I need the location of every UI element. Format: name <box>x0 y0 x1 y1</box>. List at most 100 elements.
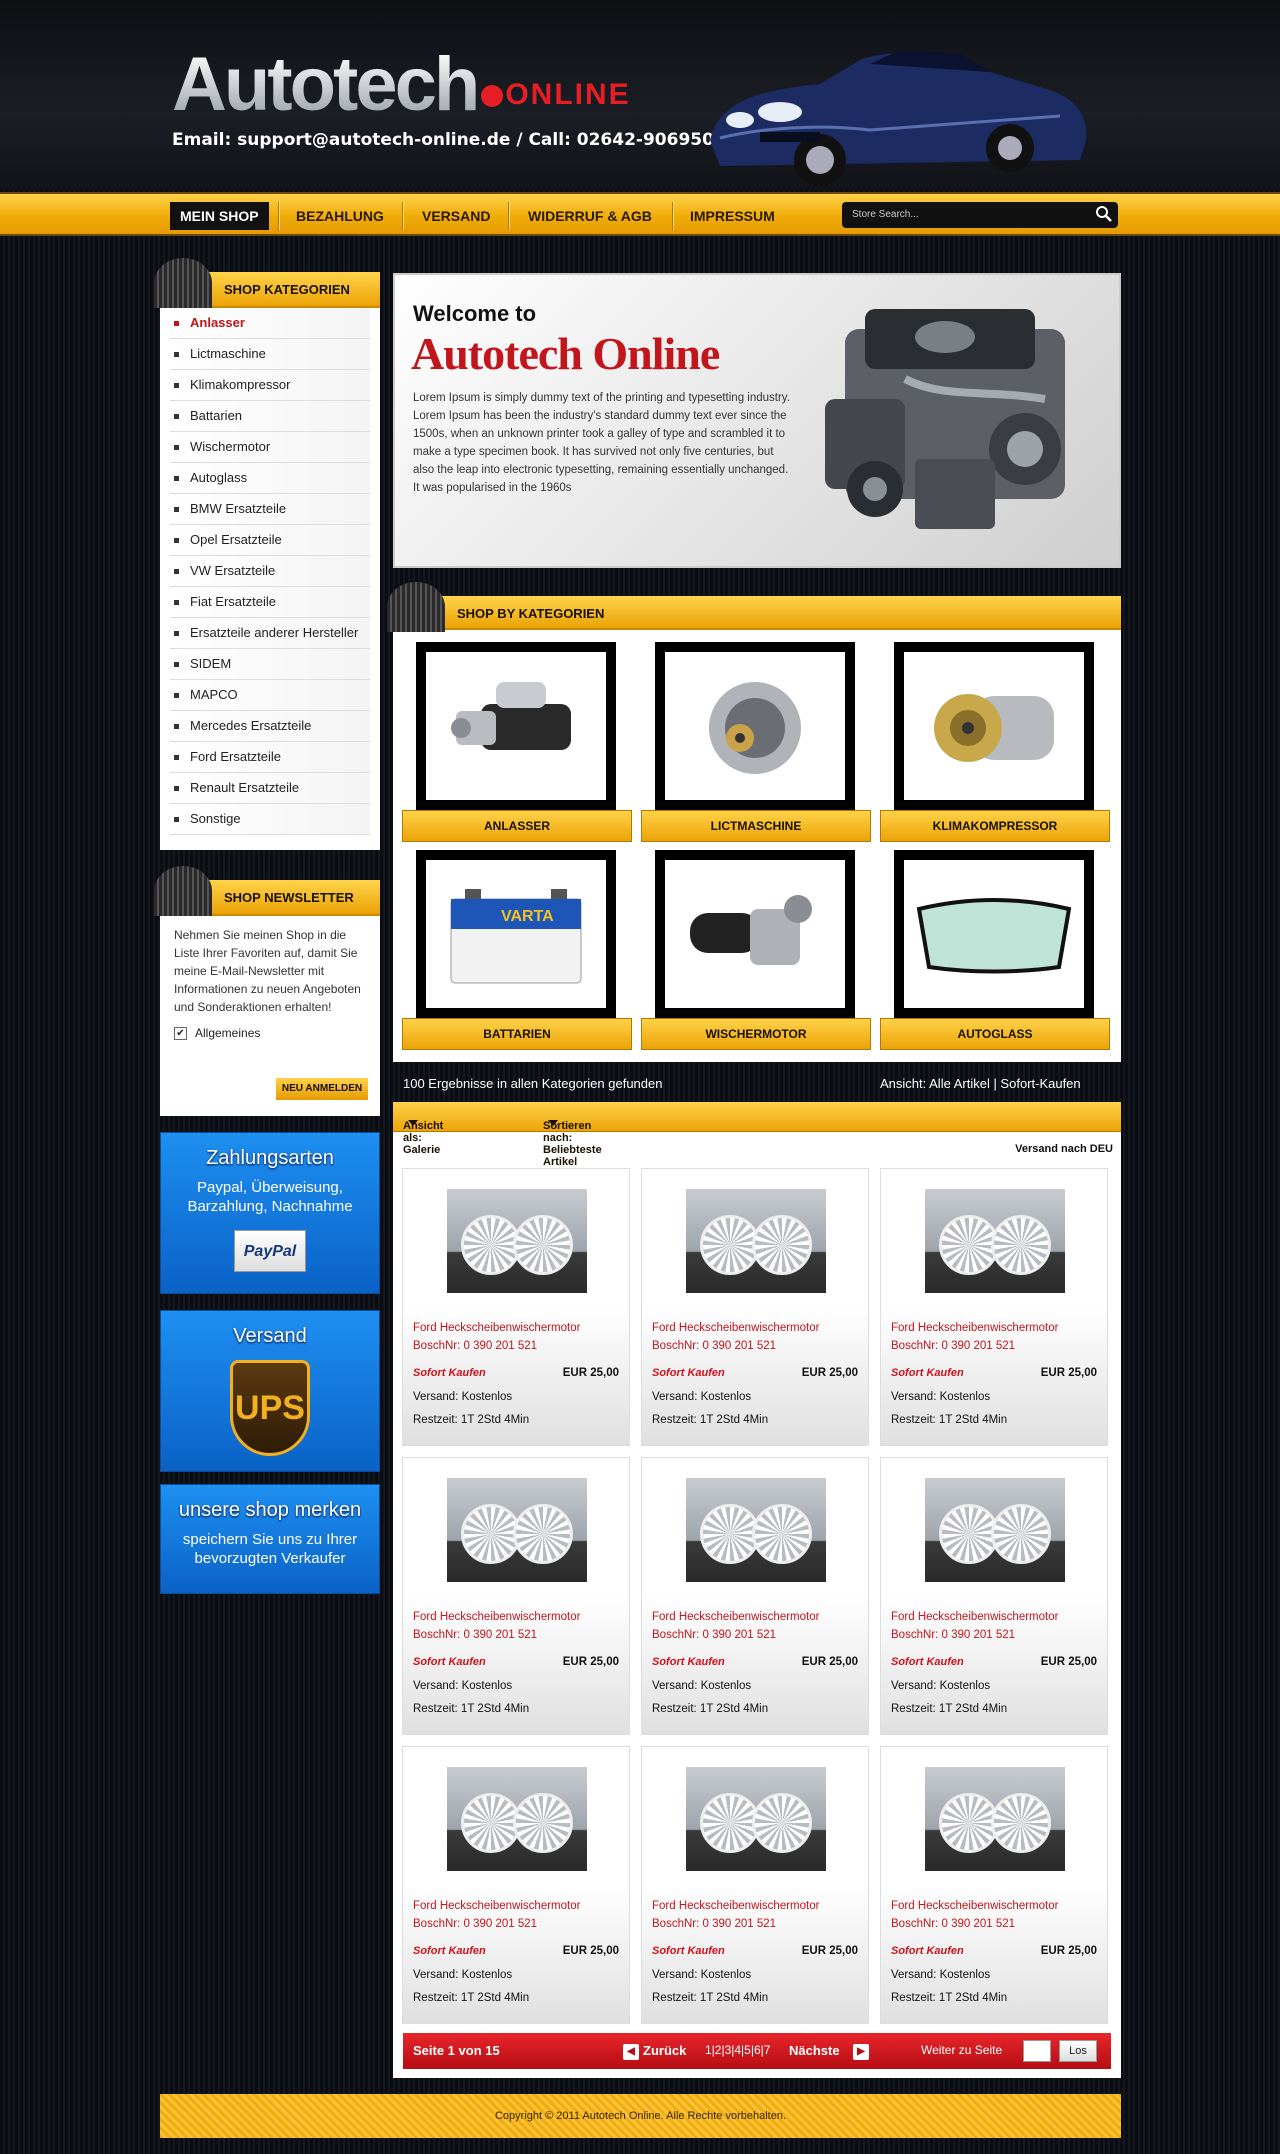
newsletter-title: SHOP NEWSLETTER <box>224 890 354 905</box>
tile-image: VARTA <box>426 860 606 1008</box>
tile-frame <box>655 850 855 1018</box>
category-item[interactable]: Renault Ersatzteile <box>170 773 370 804</box>
goto-page-button[interactable]: Los <box>1059 2040 1097 2062</box>
product-image[interactable] <box>925 1189 1065 1293</box>
next-page-link[interactable]: Nächste <box>789 2043 840 2058</box>
category-tile-klimakompressor[interactable]: KLIMAKOMPRESSOR <box>880 642 1110 842</box>
site-logo[interactable]: Autotech ONLINE <box>172 42 631 127</box>
product-title[interactable]: Ford Heckscheibenwischermotor BoschNr: 0… <box>652 1608 862 1644</box>
checkbox-icon[interactable]: ✔ <box>174 1026 187 1040</box>
product-image[interactable] <box>686 1189 826 1293</box>
product-image[interactable] <box>447 1478 587 1582</box>
category-item[interactable]: Battarien <box>170 401 370 432</box>
chevron-down-icon <box>548 1120 558 1126</box>
nav-separator <box>278 202 279 230</box>
paypal-logo: PayPal <box>234 1230 306 1272</box>
sofort-kaufen-icon: Sofort Kaufen <box>891 1367 964 1379</box>
product-title[interactable]: Ford Heckscheibenwischermotor BoschNr: 0… <box>652 1319 862 1355</box>
product-price: EUR 25,00 <box>562 1656 619 1668</box>
product-shipping: Versand: Kostenlos <box>413 1391 513 1403</box>
product-shipping: Versand: Kostenlos <box>652 1391 752 1403</box>
page: Autotech ONLINE Email: support@autotech-… <box>0 0 1280 2154</box>
search-icon[interactable] <box>1094 204 1114 224</box>
next-arrow-icon[interactable]: ▶ <box>853 2044 869 2060</box>
product-title[interactable]: Ford Heckscheibenwischermotor BoschNr: 0… <box>413 1319 623 1355</box>
nav-versand[interactable]: VERSAND <box>412 202 500 230</box>
product-card[interactable]: Ford Heckscheibenwischermotor BoschNr: 0… <box>880 1457 1108 1735</box>
store-search-input[interactable]: Store Search... <box>842 202 1118 228</box>
product-title[interactable]: Ford Heckscheibenwischermotor BoschNr: 0… <box>891 1319 1101 1355</box>
goto-page-input[interactable] <box>1023 2040 1051 2062</box>
logo-wordmark: Autotech <box>172 42 480 127</box>
product-image[interactable] <box>447 1189 587 1293</box>
category-item[interactable]: Lictmaschine <box>170 339 370 370</box>
product-image[interactable] <box>686 1767 826 1871</box>
nav-impressum[interactable]: IMPRESSUM <box>680 202 785 230</box>
prev-arrow-icon[interactable]: ◀ <box>623 2044 639 2060</box>
product-title[interactable]: Ford Heckscheibenwischermotor BoschNr: 0… <box>652 1897 862 1933</box>
nav-bezahlung[interactable]: BEZAHLUNG <box>286 202 394 230</box>
category-item[interactable]: Autoglass <box>170 463 370 494</box>
product-card[interactable]: Ford Heckscheibenwischermotor BoschNr: 0… <box>402 1746 630 2024</box>
sofort-kaufen-icon: Sofort Kaufen <box>891 1656 964 1668</box>
category-item[interactable]: SIDEM <box>170 649 370 680</box>
favorite-title: unsere shop merken <box>178 1499 362 1521</box>
results-view-filter[interactable]: Ansicht: Alle Artikel | Sofort-Kaufen <box>880 1076 1081 1091</box>
prev-page-link[interactable]: Zurück <box>643 2043 686 2058</box>
product-price: EUR 25,00 <box>801 1945 858 1957</box>
category-tile-lictmaschine[interactable]: LICTMASCHINE <box>641 642 871 842</box>
product-card[interactable]: Ford Heckscheibenwischermotor BoschNr: 0… <box>402 1457 630 1735</box>
category-item[interactable]: Opel Ersatzteile <box>170 525 370 556</box>
category-tile-wischermotor[interactable]: WISCHERMOTOR <box>641 850 871 1050</box>
category-item[interactable]: Fiat Ersatzteile <box>170 587 370 618</box>
newsletter-option[interactable]: ✔ Allgemeines <box>160 1022 380 1044</box>
category-item[interactable]: Sonstige <box>170 804 370 835</box>
product-card[interactable]: Ford Heckscheibenwischermotor BoschNr: 0… <box>641 1746 869 2024</box>
welcome-line1: Welcome to <box>413 301 537 326</box>
pagination-bar: Seite 1 von 15 ◀ Zurück 1|2|3|4|5|6|7 Nä… <box>403 2033 1111 2069</box>
product-card[interactable]: Ford Heckscheibenwischermotor BoschNr: 0… <box>402 1168 630 1446</box>
tire-icon <box>154 258 212 308</box>
category-item[interactable]: Wischermotor <box>170 432 370 463</box>
category-tile-battarien[interactable]: VARTA BATTARIEN <box>402 850 632 1050</box>
product-price: EUR 25,00 <box>1040 1945 1097 1957</box>
tile-label: BATTARIEN <box>402 1018 632 1050</box>
tile-frame: VARTA <box>416 850 616 1018</box>
product-card[interactable]: Ford Heckscheibenwischermotor BoschNr: 0… <box>641 1457 869 1735</box>
page-number-links[interactable]: 1|2|3|4|5|6|7 <box>705 2043 770 2057</box>
ups-logo-text: UPS <box>235 1389 305 1427</box>
product-card[interactable]: Ford Heckscheibenwischermotor BoschNr: 0… <box>880 1746 1108 2024</box>
product-title[interactable]: Ford Heckscheibenwischermotor BoschNr: 0… <box>891 1897 1101 1933</box>
category-item[interactable]: Ford Ersatzteile <box>170 742 370 773</box>
category-tile-anlasser[interactable]: ANLASSER <box>402 642 632 842</box>
engine-image <box>825 309 1065 529</box>
category-item[interactable]: MAPCO <box>170 680 370 711</box>
category-tile-autoglass[interactable]: AUTOGLASS <box>880 850 1110 1050</box>
product-image[interactable] <box>686 1478 826 1582</box>
favorite-box[interactable]: unsere shop merken speichern Sie uns zu … <box>160 1484 380 1594</box>
product-image[interactable] <box>925 1478 1065 1582</box>
product-card[interactable]: Ford Heckscheibenwischermotor BoschNr: 0… <box>641 1168 869 1446</box>
category-item[interactable]: Mercedes Ersatzteile <box>170 711 370 742</box>
product-title[interactable]: Ford Heckscheibenwischermotor BoschNr: 0… <box>413 1897 623 1933</box>
category-item[interactable]: Klimakompressor <box>170 370 370 401</box>
product-remaining: Restzeit: 1T 2Std 4Min <box>652 1414 769 1426</box>
newsletter-subscribe-button[interactable]: NEU ANMELDEN <box>276 1078 368 1100</box>
nav-separator <box>508 202 509 230</box>
product-title[interactable]: Ford Heckscheibenwischermotor BoschNr: 0… <box>891 1608 1101 1644</box>
nav-widerruf-agb[interactable]: WIDERRUF & AGB <box>518 202 662 230</box>
category-item[interactable]: Ersatzteile anderer Hersteller <box>170 618 370 649</box>
shipping-title: Versand <box>233 1325 307 1347</box>
sofort-kaufen-icon: Sofort Kaufen <box>413 1367 486 1379</box>
category-item[interactable]: BMW Ersatzteile <box>170 494 370 525</box>
category-item[interactable]: VW Ersatzteile <box>170 556 370 587</box>
product-image[interactable] <box>925 1767 1065 1871</box>
goto-page-label: Weiter zu Seite <box>921 2043 1003 2057</box>
nav-mein-shop[interactable]: MEIN SHOP <box>170 202 269 230</box>
product-card[interactable]: Ford Heckscheibenwischermotor BoschNr: 0… <box>880 1168 1108 1446</box>
product-title[interactable]: Ford Heckscheibenwischermotor BoschNr: 0… <box>413 1608 623 1644</box>
tile-frame <box>655 642 855 810</box>
category-item[interactable]: Anlasser <box>170 308 370 339</box>
product-shipping: Versand: Kostenlos <box>652 1680 752 1692</box>
product-image[interactable] <box>447 1767 587 1871</box>
